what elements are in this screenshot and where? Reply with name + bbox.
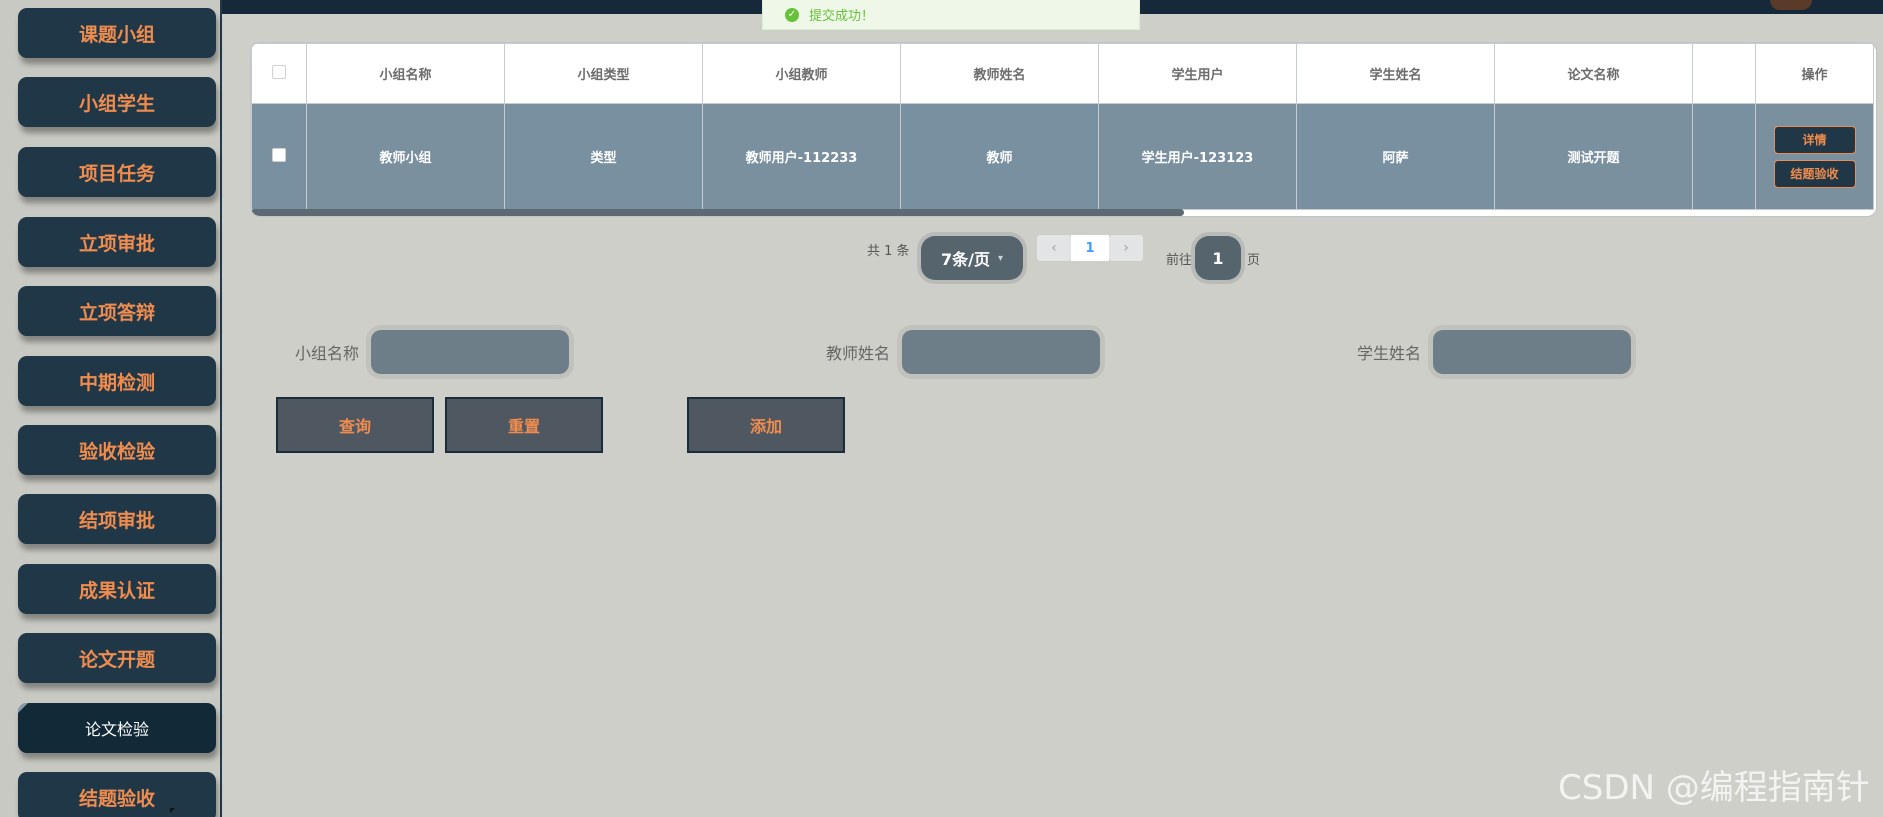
query-button[interactable]: 查询 [276,397,434,453]
table-cell: 测试开题 [1494,103,1693,210]
chevron-left-icon: ‹ [1051,240,1057,256]
reset-button[interactable]: 重置 [445,397,603,453]
sidebar-item-project-tasks[interactable]: 项目任务 [18,147,216,197]
mouse-cursor-icon [170,808,175,813]
page-number-1[interactable]: 1 [1071,235,1109,261]
sidebar-item-final-acceptance[interactable]: 结题验收 [18,772,216,817]
teacher-name-input[interactable] [902,330,1100,374]
sidebar-item-project-defense[interactable]: 立项答辩 [18,286,216,336]
sidebar-item-group-students[interactable]: 小组学生 [18,77,216,127]
teacher-name-label: 教师姓名 [826,344,891,363]
table-cell: 阿萨 [1296,103,1495,210]
add-button[interactable]: 添加 [687,397,845,453]
group-name-input[interactable] [371,330,569,374]
table-cell [1692,103,1756,210]
prev-page-button[interactable]: ‹ [1037,235,1071,261]
sidebar-item-achievement-cert[interactable]: 成果认证 [18,564,216,614]
table-cell: 类型 [504,103,703,210]
page-size-select[interactable]: 7条/页 ▾ [921,236,1023,280]
sidebar-item-topic-group[interactable]: 课题小组 [18,8,216,58]
check-circle-icon: ✓ [785,7,799,22]
column-header: 操作 [1755,43,1874,104]
column-header[interactable]: 小组类型 [504,43,703,104]
page-suffix-label: 页 [1247,253,1261,268]
select-all-cell [251,43,307,104]
column-header[interactable]: 教师姓名 [900,43,1099,104]
horizontal-scrollbar[interactable] [251,209,1184,216]
column-header[interactable]: 小组教师 [702,43,901,104]
next-page-button[interactable]: › [1109,235,1143,261]
avatar[interactable] [1770,0,1812,10]
sidebar-item-project-approval[interactable]: 立项审批 [18,217,216,267]
sidebar-item-thesis-check[interactable]: 论文检验 [18,703,216,753]
chevron-right-icon: › [1123,240,1129,256]
goto-label: 前往 [1166,253,1193,268]
group-name-label: 小组名称 [295,344,360,363]
column-header[interactable]: 小组名称 [306,43,505,104]
column-header [1692,43,1756,104]
sidebar-item-closure-approval[interactable]: 结项审批 [18,494,216,544]
table-cell: 教师小组 [306,103,505,210]
success-toast: ✓ 提交成功！ [762,0,1140,30]
chevron-down-icon: ▾ [997,252,1003,264]
column-header[interactable]: 论文名称 [1494,43,1693,104]
page-size-value: 7条/页 [940,250,990,269]
goto-page-input[interactable]: 1 [1195,236,1241,280]
select-all-checkbox[interactable] [272,64,286,79]
sidebar: 课题小组 小组学生 项目任务 立项审批 立项答辩 中期检测 验收检验 结项审批 … [0,0,222,817]
student-name-input[interactable] [1433,330,1631,374]
column-header[interactable]: 学生用户 [1098,43,1297,104]
pagination-total: 共 1 条 [867,244,910,259]
sidebar-item-thesis-proposal[interactable]: 论文开题 [18,633,216,683]
table-cell: 教师用户-112233 [702,103,901,210]
student-name-label: 学生姓名 [1357,344,1422,363]
table-row[interactable]: 教师小组 类型 教师用户-112233 教师 学生用户-123123 阿萨 测试… [251,103,1874,210]
table-cell: 教师 [900,103,1099,210]
row-checkbox[interactable] [272,147,286,162]
sidebar-item-midterm-check[interactable]: 中期检测 [18,356,216,406]
final-acceptance-button[interactable]: 结题验收 [1773,159,1856,188]
actions-cell: 详情 结题验收 [1755,103,1874,210]
table-cell: 学生用户-123123 [1098,103,1297,210]
toast-message: 提交成功！ [809,9,875,24]
column-header[interactable]: 学生姓名 [1296,43,1495,104]
sidebar-item-acceptance-check[interactable]: 验收检验 [18,425,216,475]
detail-button[interactable]: 详情 [1773,125,1856,154]
watermark: CSDN @编程指南针 [1558,768,1870,808]
data-table: 小组名称 小组类型 小组教师 教师姓名 学生用户 学生姓名 论文名称 操作 教师… [250,42,1877,217]
row-select-cell [251,103,307,210]
